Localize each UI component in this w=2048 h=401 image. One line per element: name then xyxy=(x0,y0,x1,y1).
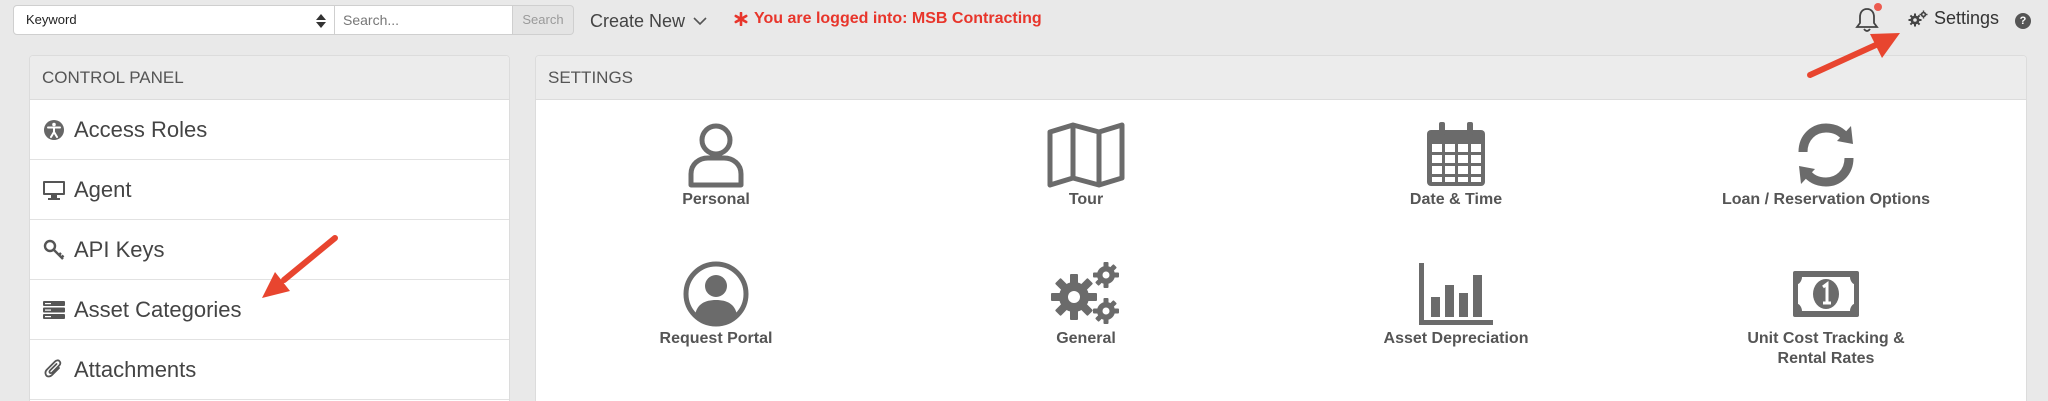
tile-label-line2: Rental Rates xyxy=(1777,350,1875,367)
top-bar: Keyword Search Create New You are logged… xyxy=(0,0,2048,41)
asterisk-icon xyxy=(734,12,748,26)
gears-icon xyxy=(1908,10,1928,26)
sidebar-item-asset-categories[interactable]: Asset Categories xyxy=(30,280,509,340)
sidebar-item-label: Asset Categories xyxy=(74,296,242,322)
sidebar-item-label: API Keys xyxy=(74,236,165,262)
money-icon xyxy=(1793,271,1859,317)
settings-tile-loan-reservation[interactable]: Loan / Reservation Options xyxy=(1646,122,2006,210)
sidebar-item-access-roles[interactable]: Access Roles xyxy=(30,100,509,160)
tile-label: Loan / Reservation Options xyxy=(1721,191,1931,208)
settings-tile-request-portal[interactable]: Request Portal xyxy=(536,261,896,349)
create-new-dropdown[interactable]: Create New xyxy=(590,9,707,33)
settings-tile-unit-cost-tracking[interactable]: Unit Cost Tracking & Rental Rates xyxy=(1646,261,2006,369)
bar-chart-icon xyxy=(1419,263,1493,325)
tile-label: Unit Cost Tracking & xyxy=(1747,330,1905,347)
settings-tile-general[interactable]: General xyxy=(906,261,1266,349)
sidebar-item-api-keys[interactable]: API Keys xyxy=(30,220,509,280)
tile-label: Date & Time xyxy=(1409,191,1503,208)
tile-label: Tour xyxy=(1068,191,1104,208)
tile-label: Request Portal xyxy=(659,330,773,347)
tile-label: General xyxy=(1056,330,1116,347)
logged-in-text: You are logged into: MSB Contracting xyxy=(754,10,1042,27)
settings-link[interactable]: Settings xyxy=(1908,8,1999,29)
sidebar-item-label: Agent xyxy=(74,176,132,202)
calendar-icon xyxy=(1427,122,1485,186)
sidebar-item-agent[interactable]: Agent xyxy=(30,160,509,220)
tile-label: Personal xyxy=(682,191,750,208)
tile-label: Asset Depreciation xyxy=(1383,330,1529,347)
chevron-down-icon xyxy=(693,16,707,25)
sidebar-item-attachments[interactable]: Attachments xyxy=(30,340,509,400)
create-new-label: Create New xyxy=(590,10,686,31)
accessibility-icon xyxy=(42,119,66,141)
settings-panel: SETTINGS Personal Tour Date & Time Loan … xyxy=(535,55,2027,401)
key-icon xyxy=(42,239,66,261)
settings-tile-date-time[interactable]: Date & Time xyxy=(1276,122,1636,210)
paperclip-icon xyxy=(42,358,66,381)
server-stack-icon xyxy=(42,299,66,321)
help-icon[interactable]: ? xyxy=(2015,13,2031,29)
monitor-icon xyxy=(42,179,66,201)
gears-icon xyxy=(1051,262,1119,324)
search-scope-select[interactable]: Keyword xyxy=(13,5,335,35)
user-circle-icon xyxy=(683,261,749,327)
search-input[interactable] xyxy=(335,5,513,35)
control-panel: CONTROL PANEL Access Roles Agent API Key… xyxy=(29,55,510,401)
sidebar-item-label: Access Roles xyxy=(74,116,208,142)
settings-label: Settings xyxy=(1934,8,2000,28)
sidebar-item-label: Attachments xyxy=(74,356,197,382)
user-icon xyxy=(688,123,744,188)
map-icon xyxy=(1047,122,1125,188)
settings-tile-tour[interactable]: Tour xyxy=(906,122,1266,210)
search-scope-value: Keyword xyxy=(26,12,77,27)
settings-tile-asset-depreciation[interactable]: Asset Depreciation xyxy=(1276,261,1636,349)
settings-tile-personal[interactable]: Personal xyxy=(536,122,896,210)
logged-in-notice: You are logged into: MSB Contracting xyxy=(734,10,1042,28)
settings-panel-title: SETTINGS xyxy=(536,56,2026,100)
sort-arrows-icon xyxy=(316,14,326,28)
control-panel-title: CONTROL PANEL xyxy=(30,56,509,100)
refresh-icon xyxy=(1798,123,1854,187)
notification-dot xyxy=(1874,3,1882,11)
search-button[interactable]: Search xyxy=(513,5,574,35)
